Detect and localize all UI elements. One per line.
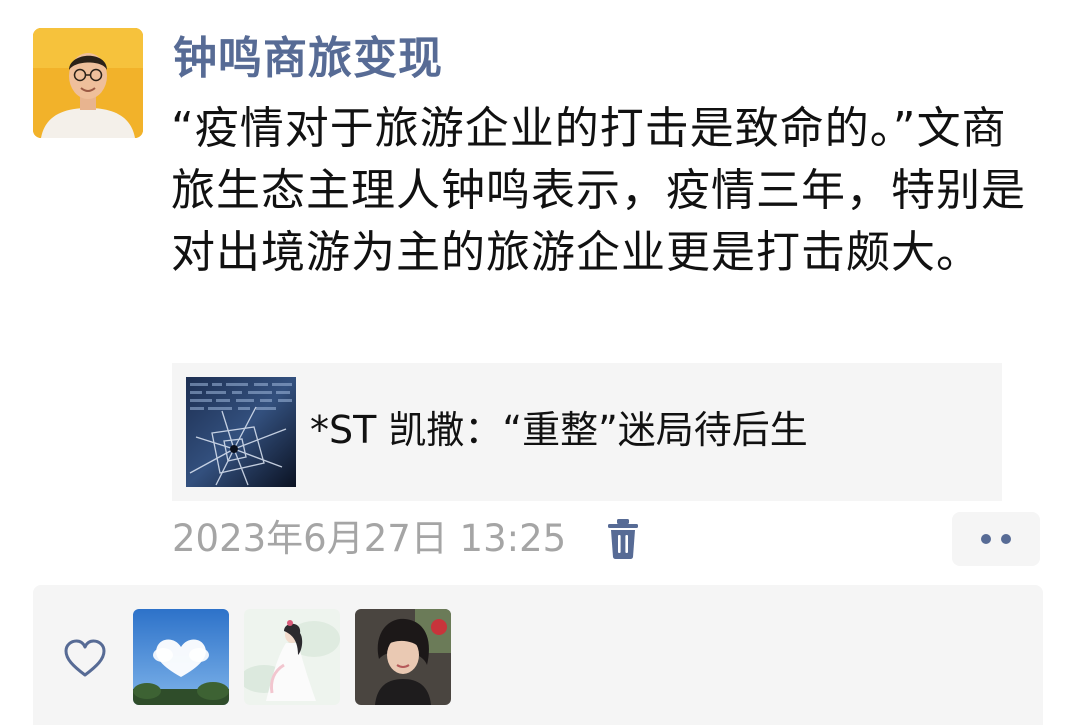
delete-button[interactable]: [603, 517, 643, 561]
link-title: *ST 凯撒：“重整”迷局待后生: [310, 408, 808, 452]
illustration-image: [244, 609, 340, 705]
shared-link-card[interactable]: *ST 凯撒：“重整”迷局待后生: [172, 363, 1002, 501]
liker-avatar[interactable]: [133, 609, 229, 705]
author-name[interactable]: 钟鸣商旅变现: [173, 30, 443, 88]
link-thumbnail: [186, 377, 296, 487]
author-avatar[interactable]: [33, 28, 143, 138]
trash-icon: [608, 519, 638, 559]
liker-avatar[interactable]: [355, 609, 451, 705]
post-text: “疫情对于旅游企业的打击是致命的。”文商旅生态主理人钟鸣表示，疫情三年，特别是对…: [171, 103, 1026, 278]
post-timestamp: 2023年6月27日 13:25: [172, 517, 567, 560]
liker-avatar[interactable]: [244, 609, 340, 705]
portrait-image: [355, 609, 451, 705]
likes-panel: [33, 585, 1043, 725]
sky-cloud-image: [133, 609, 229, 705]
avatar-portrait: [33, 28, 143, 138]
more-actions-button[interactable]: [952, 512, 1040, 566]
more-dots-icon: [1001, 534, 1011, 544]
heart-icon: [64, 639, 106, 677]
more-dots-icon: [981, 534, 991, 544]
cracked-screen-image: [186, 377, 296, 487]
